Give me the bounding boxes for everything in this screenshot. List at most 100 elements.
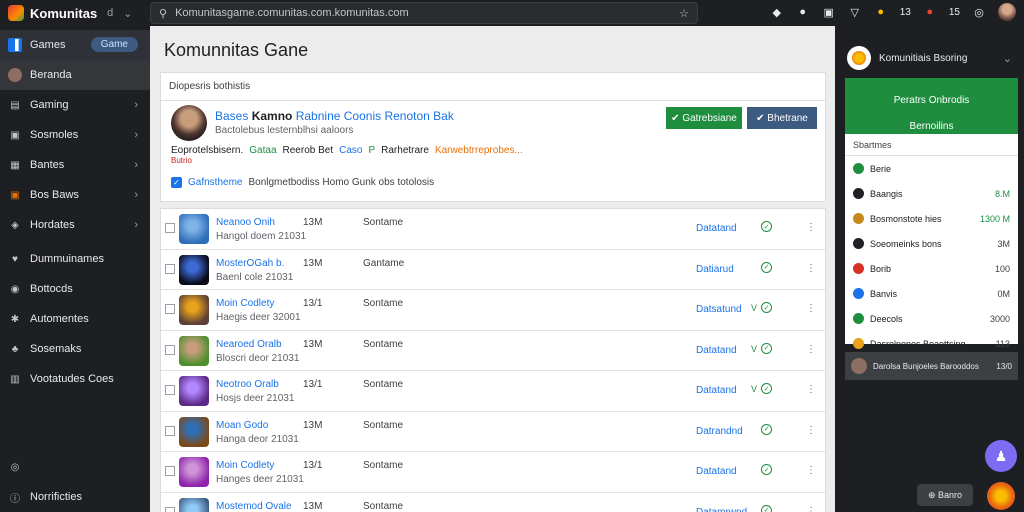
row-checkbox[interactable] — [165, 344, 175, 355]
pin-icon[interactable]: ◆ — [770, 5, 784, 19]
table-row[interactable]: Neotroo Oralb Hosjs deer 21031 13/1 Sontame… — [161, 371, 825, 412]
sidebar-item-dummuinames[interactable]: ♥ Dummuinames — [0, 244, 150, 274]
sidebar-item-hordates[interactable]: ◈ Hordates › — [0, 210, 150, 240]
search-bar[interactable]: ⚲ ☆ — [150, 2, 698, 24]
more-icon[interactable]: ⋮ — [806, 263, 816, 274]
table-row[interactable]: Moin Codlety Haegis deer 32001 13/1 Sontame… — [161, 290, 825, 331]
row-name[interactable]: Moan Godo — [216, 420, 268, 431]
stat-icon — [853, 238, 864, 249]
avatar[interactable] — [998, 3, 1016, 21]
row-checkbox[interactable] — [165, 223, 175, 233]
more-icon[interactable]: ⋮ — [806, 222, 816, 233]
row-checkbox[interactable] — [165, 506, 175, 512]
info-icon: ⓘ — [10, 493, 20, 505]
checkbox-checked-icon[interactable]: ✓ — [171, 177, 182, 188]
row-status[interactable]: Datatand — [696, 385, 737, 396]
more-icon[interactable]: ⋮ — [806, 465, 816, 476]
meta-item[interactable]: Karwebtrreprobes... — [435, 145, 523, 156]
notification-icon[interactable]: ● — [874, 5, 888, 19]
sidebar-item-beranda[interactable]: Beranda — [0, 60, 150, 90]
row-status[interactable]: Datatand — [696, 345, 737, 356]
more-icon[interactable]: ⋮ — [806, 384, 816, 395]
check-circle-icon: ✓ — [761, 342, 772, 354]
table-row[interactable]: Mostemod Ovale 13M Sontame Datamrwnd ✓ ⋮ — [161, 493, 825, 512]
sidebar-item-bos-baws[interactable]: ▣ Bos Baws › — [0, 180, 150, 210]
document-icon[interactable]: ▣ — [822, 5, 836, 19]
row-checkbox[interactable] — [165, 385, 175, 395]
menu-icon[interactable]: d — [107, 7, 113, 19]
sidebar-item-label: Sosemaks — [30, 343, 82, 355]
shield-icon[interactable]: ▽ — [848, 5, 862, 19]
sidebar-item-bottocds[interactable]: ◉ Bottocds — [0, 274, 150, 304]
settings-icon[interactable]: ◎ — [972, 5, 986, 19]
game-icon — [179, 376, 209, 406]
table-row[interactable]: Moin Codlety Hanges deer 21031 13/1 Sontame… — [161, 452, 825, 493]
row-name[interactable]: Neanoo Onih — [216, 217, 275, 228]
table-row[interactable]: MosterOGah b. Baenl cole 21031 13M Gantame D… — [161, 250, 825, 290]
row-checkbox[interactable] — [165, 425, 175, 436]
table-row[interactable]: Nearoed Oralb Bloscri deor 21031 13M Sontam… — [161, 331, 825, 371]
game-title[interactable]: Bases Kamno Rabnine Coonis Renoton Bak — [215, 109, 454, 123]
right-panel: Komunitiais Bsoring ⌄ Peratrs Onbrodis B… — [835, 26, 1024, 512]
stat-item[interactable]: Soeomeinks bons 3M — [845, 231, 1018, 256]
help-button[interactable]: ◎ — [0, 452, 150, 482]
game-pill[interactable]: Game — [90, 37, 138, 52]
stat-item[interactable]: Bosmonstote hies 1300 M — [845, 206, 1018, 231]
row-checkbox[interactable] — [165, 466, 175, 476]
stat-item[interactable]: Berie — [845, 156, 1018, 181]
bottom-button[interactable]: ⊕ Banro — [917, 484, 973, 506]
row-name[interactable]: Moin Codlety — [216, 460, 274, 471]
chat-icon[interactable]: ● — [796, 5, 810, 19]
meta-item[interactable]: Gataa — [249, 145, 276, 156]
chevron-down-icon[interactable]: ⌄ — [1003, 52, 1012, 65]
stat-item[interactable]: Banvis 0M — [845, 281, 1018, 306]
user-header[interactable]: Komunitiais Bsoring ⌄ — [835, 26, 1024, 76]
option-checkbox[interactable]: ✓ Gafnstheme Bonlgmetbodiss Homo Gunk ob… — [171, 177, 434, 188]
sidebar-item-automentes[interactable]: ✱ Automentes — [0, 304, 150, 334]
row-name[interactable]: MosterOGah b. — [216, 258, 284, 269]
row-status[interactable]: Datamrwnd — [696, 507, 747, 512]
row-checkbox[interactable] — [165, 304, 175, 314]
row-status[interactable]: Datatand — [696, 223, 737, 234]
row-status[interactable]: Datrandnd — [696, 426, 743, 437]
sidebar-item-games[interactable]: ▐ Games Game — [0, 30, 150, 60]
row-name[interactable]: Moin Codlety — [216, 298, 274, 309]
row-checkbox[interactable] — [165, 263, 175, 274]
row-status[interactable]: Datsatund — [696, 304, 742, 315]
stat-item[interactable]: Baangis 8.M — [845, 181, 1018, 206]
more-icon[interactable]: ⋮ — [806, 425, 816, 436]
stat-item[interactable]: Deecols 3000 — [845, 306, 1018, 331]
row-name[interactable]: Mostemod Ovale — [216, 501, 292, 512]
sidebar-item-label: Bantes — [30, 159, 65, 171]
chart-icon: ▥ — [10, 373, 20, 385]
sidebar-item-vootatudes[interactable]: ▥ Vootatudes Coes — [0, 364, 150, 394]
brand[interactable]: Komunitas d ⌄ — [0, 5, 150, 21]
table-row[interactable]: Neanoo Onih Hangol doem 21031 13M Sontame Da… — [161, 209, 825, 250]
more-icon[interactable]: ⋮ — [806, 506, 816, 512]
search-input[interactable] — [175, 7, 672, 19]
row-type: Sontame — [363, 460, 404, 471]
sidebar-item-sosemaks[interactable]: ♣ Sosemaks — [0, 334, 150, 364]
meta-item[interactable]: Caso — [339, 145, 362, 156]
secondary-button[interactable]: ✔ Bhetrane — [747, 107, 817, 129]
sidebar-item-norrificties[interactable]: ⓘ Norrificties — [0, 482, 150, 512]
sidebar-item-bantes[interactable]: ▦ Bantes › — [0, 150, 150, 180]
notice-bar[interactable]: Darolsa Bunjoeles Barooddos 13/0 — [845, 352, 1018, 380]
row-status[interactable]: Datiarud — [696, 264, 734, 275]
chevron-down-icon[interactable]: ⌄ — [123, 7, 132, 20]
row-name[interactable]: Nearoed Oralb — [216, 339, 282, 350]
bottom-avatar[interactable] — [987, 482, 1015, 510]
row-status[interactable]: Datatand — [696, 466, 737, 477]
stat-item[interactable]: Borib 100 — [845, 256, 1018, 281]
table-row[interactable]: Moan Godo Hanga deor 21031 13M Sontame Datra… — [161, 412, 825, 452]
primary-button[interactable]: ✔ Gatrebsiane — [666, 107, 742, 129]
more-icon[interactable]: ⋮ — [806, 303, 816, 314]
community-fab-button[interactable]: ♟ — [985, 440, 1017, 472]
row-name[interactable]: Neotroo Oralb — [216, 379, 279, 390]
more-icon[interactable]: ⋮ — [806, 344, 816, 355]
profile-icon[interactable]: ● — [923, 5, 937, 19]
sidebar-item-sosmoles[interactable]: ▣ Sosmoles › — [0, 120, 150, 150]
sidebar-item-gaming[interactable]: ▤ Gaming › — [0, 90, 150, 120]
star-icon[interactable]: ☆ — [679, 7, 689, 20]
row-type: Sontame — [363, 419, 404, 431]
